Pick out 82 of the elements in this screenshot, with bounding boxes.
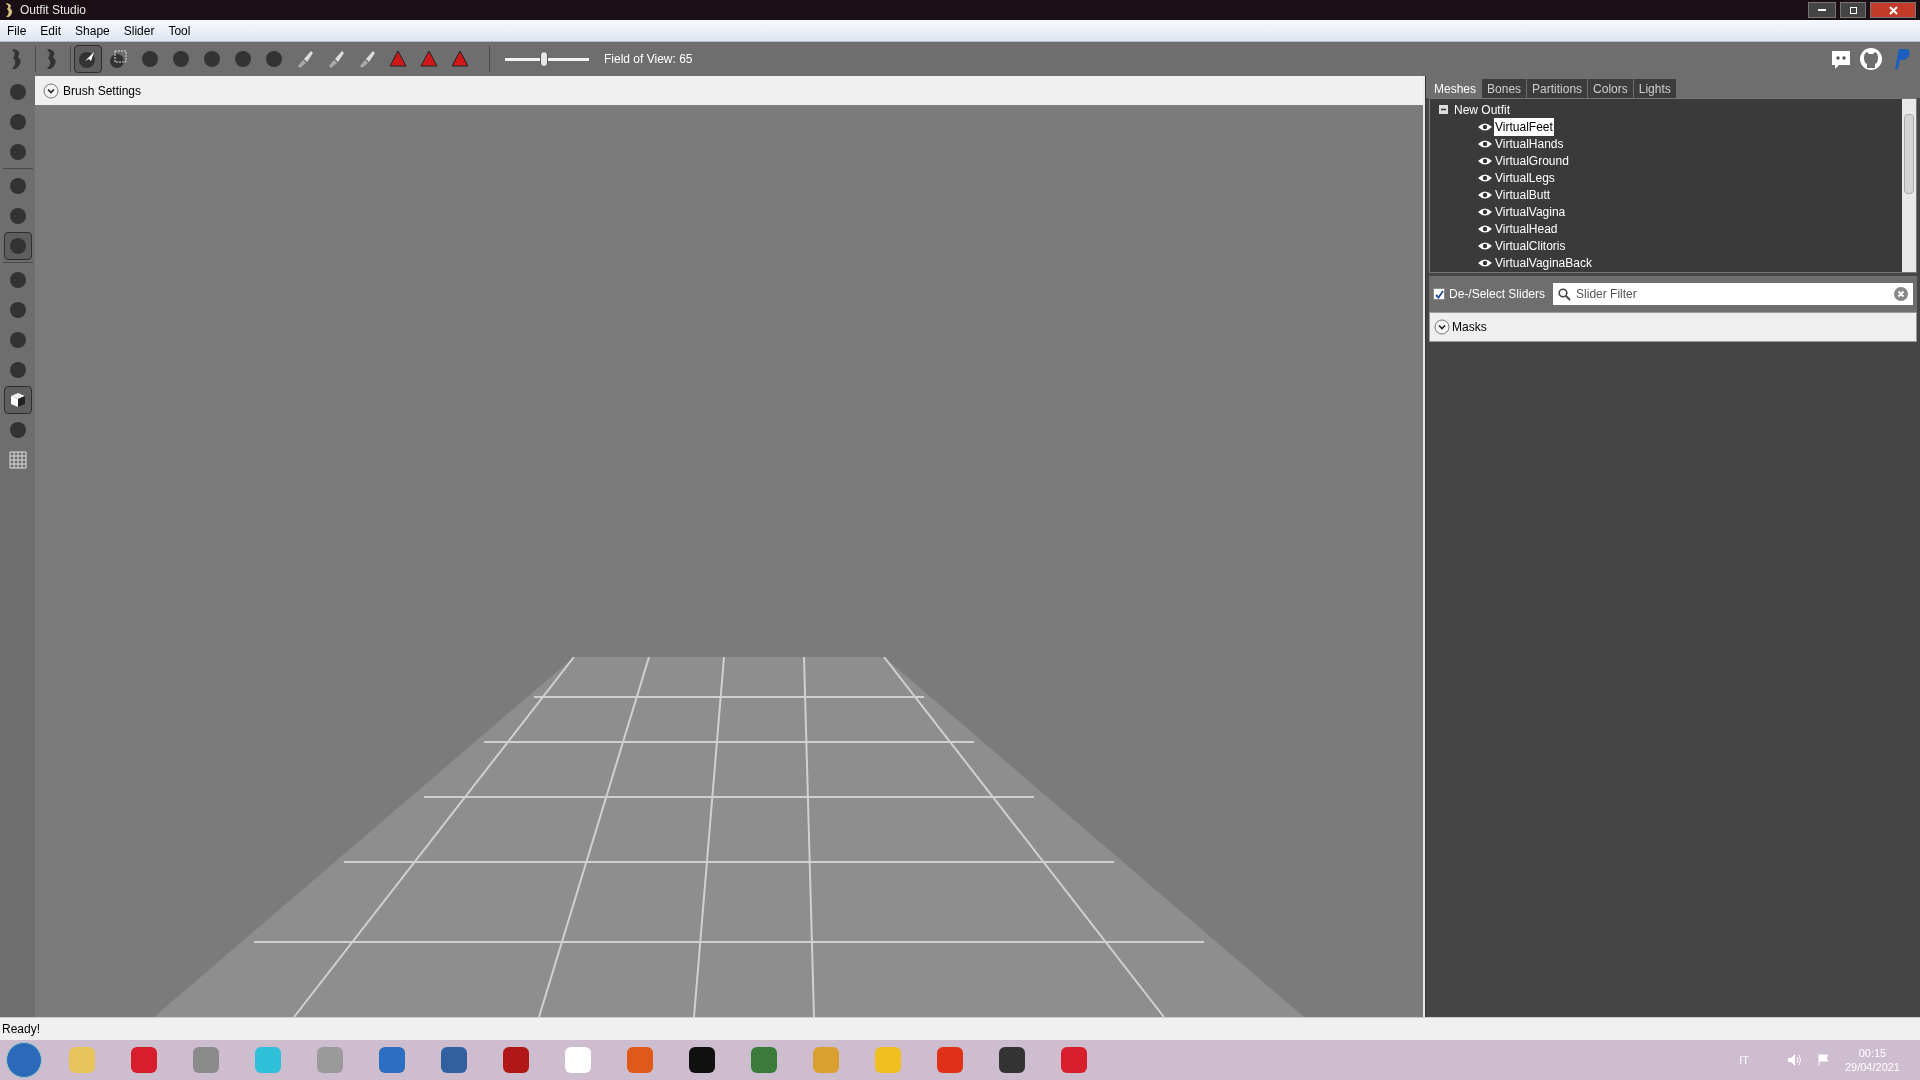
- tool-button[interactable]: [3, 386, 32, 414]
- close-icon: [1888, 5, 1898, 15]
- grid-icon: [8, 451, 27, 469]
- fov-label: Field of View: 65: [604, 51, 693, 68]
- eye-icon: [1477, 138, 1493, 149]
- cube-icon: [8, 391, 27, 409]
- triangle-icon: [419, 49, 439, 69]
- close-button[interactable]: [1870, 2, 1916, 18]
- circle-icon: [7, 176, 28, 196]
- menu-item[interactable]: Edit: [33, 21, 69, 40]
- paintbrush-icon: [326, 49, 346, 69]
- triangle-icon: [450, 49, 470, 69]
- eye-icon: [1477, 121, 1493, 132]
- restore-button[interactable]: [1840, 2, 1866, 18]
- menu-item[interactable]: Slider: [116, 21, 162, 40]
- tree-root-label[interactable]: New Outfit: [1454, 100, 1510, 119]
- circle-icon: [233, 49, 253, 69]
- select-sliders-checkbox[interactable]: De-/Select Sliders: [1433, 285, 1546, 303]
- eye-icon: [1477, 240, 1493, 251]
- checkmark-icon: [1434, 289, 1444, 299]
- brush-settings-header[interactable]: Brush Settings: [35, 76, 1423, 105]
- circle-icon: [171, 49, 191, 69]
- slider-filter-field[interactable]: Slider Filter: [1576, 285, 1889, 303]
- collapse-icon[interactable]: [1439, 105, 1448, 114]
- circle-icon: [7, 82, 28, 102]
- tree-item[interactable]: VirtualFeet: [1494, 117, 1554, 136]
- circle-icon: [7, 300, 28, 320]
- eye-icon: [1477, 155, 1493, 166]
- menu-item[interactable]: Shape: [68, 21, 117, 40]
- tree-item[interactable]: VirtualGround: [1494, 151, 1570, 170]
- circle-icon: [202, 49, 222, 69]
- circle-icon: [7, 206, 28, 226]
- circle-icon: [7, 330, 28, 350]
- circle-icon: [7, 420, 28, 440]
- tree-item[interactable]: VirtualHead: [1494, 219, 1559, 238]
- menu-item[interactable]: Tool: [161, 21, 198, 40]
- brush-settings-label: Brush Settings: [63, 82, 142, 100]
- panel-tab[interactable]: Partitions: [1527, 79, 1588, 98]
- circle-icon: [7, 236, 28, 256]
- tree-item[interactable]: VirtualVagina: [1494, 202, 1567, 221]
- cat-logo-icon[interactable]: [1859, 47, 1883, 71]
- tree-item[interactable]: VirtualHands: [1494, 134, 1565, 153]
- fov-slider[interactable]: [505, 51, 589, 67]
- triangle-icon: [388, 49, 408, 69]
- chevron-icon[interactable]: [1434, 319, 1450, 335]
- clear-icon[interactable]: [1894, 287, 1908, 301]
- scrollbar[interactable]: [1902, 99, 1916, 272]
- eye-icon: [1477, 223, 1493, 234]
- speaker-icon[interactable]: [1786, 1053, 1803, 1067]
- circle-icon: [140, 49, 160, 69]
- tree-item[interactable]: VirtualButt: [1494, 185, 1552, 204]
- circle-icon: [7, 112, 28, 132]
- tree-item[interactable]: VirtualLegs: [1494, 168, 1556, 187]
- start-button[interactable]: [6, 1042, 42, 1078]
- chat-icon[interactable]: [1830, 48, 1852, 70]
- window-title: Outfit Studio: [20, 2, 87, 19]
- search-field[interactable]: Slider Filter: [1553, 283, 1913, 305]
- tree-item[interactable]: VirtualVaginaBack: [1494, 253, 1593, 272]
- circle-icon: [264, 49, 284, 69]
- tree-item[interactable]: VirtualClitoris: [1494, 236, 1567, 255]
- minimize-button[interactable]: [1808, 2, 1836, 18]
- panel-tab[interactable]: Colors: [1588, 79, 1633, 98]
- eye-icon: [1477, 206, 1493, 217]
- panel-tab[interactable]: Lights: [1633, 79, 1676, 98]
- circle-icon: [7, 142, 28, 162]
- circle-icon: [7, 360, 28, 380]
- search-icon: [1558, 287, 1572, 301]
- menu-item[interactable]: File: [0, 21, 34, 40]
- masks-header[interactable]: Masks: [1429, 312, 1917, 342]
- paintbrush-icon: [357, 49, 377, 69]
- eye-icon: [1477, 189, 1493, 200]
- flag-icon[interactable]: [1816, 1053, 1831, 1067]
- pointer-icon: [78, 49, 98, 69]
- selection-icon: [109, 49, 129, 69]
- chevron-icon[interactable]: [43, 82, 59, 99]
- masks-label: Masks: [1452, 319, 1487, 336]
- eye-icon: [1477, 172, 1493, 183]
- paintbrush-icon: [295, 49, 315, 69]
- status-text: Ready!: [2, 1021, 41, 1038]
- circle-icon: [7, 270, 28, 290]
- panel-tab[interactable]: Bones: [1482, 79, 1527, 98]
- eye-icon: [1477, 257, 1493, 268]
